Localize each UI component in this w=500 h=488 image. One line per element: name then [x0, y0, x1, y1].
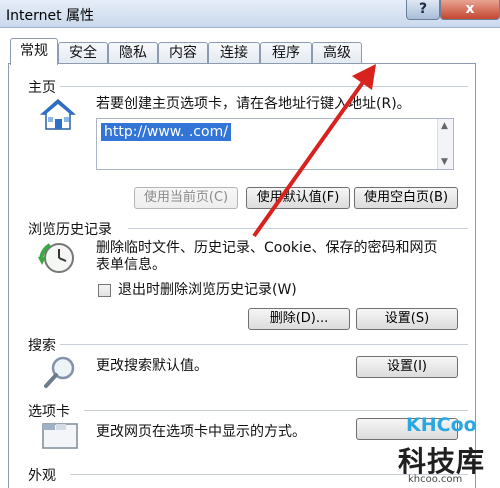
search-settings-button[interactable]: 设置(I): [356, 356, 458, 378]
home-group-title: 主页: [28, 77, 60, 97]
tabs-group-title: 选项卡: [28, 401, 74, 421]
tab-privacy[interactable]: 隐私: [108, 42, 158, 64]
home-house-icon: [40, 99, 76, 130]
tab-content[interactable]: 内容: [158, 42, 208, 64]
watermark-logo: KHCoo: [406, 414, 477, 436]
search-magnifier-icon: [44, 356, 75, 388]
history-settings-button[interactable]: 设置(S): [356, 308, 458, 330]
history-group-title: 浏览历史记录: [28, 219, 116, 239]
history-description: 删除临时文件、历史记录、Cookie、保存的密码和网页表单信息。: [96, 240, 438, 273]
history-clock-icon: [38, 243, 74, 273]
search-description: 更改搜索默认值。: [96, 358, 208, 374]
delete-on-exit-checkbox[interactable]: [98, 284, 111, 297]
delete-history-button[interactable]: 删除(D)...: [248, 308, 350, 330]
annotation-arrow-icon: [252, 64, 376, 238]
use-current-page-button[interactable]: 使用当前页(C): [134, 187, 238, 209]
window-title: Internet 属性: [6, 8, 95, 24]
tabs-description: 更改网页在选项卡中显示的方式。: [96, 424, 306, 440]
home-page-url-text: http://www. .com/: [101, 123, 231, 141]
tab-security[interactable]: 安全: [58, 42, 108, 64]
appearance-group-title: 外观: [28, 465, 60, 485]
tab-general[interactable]: 常规: [10, 38, 58, 65]
search-group-line: [56, 344, 468, 345]
tabs-window-icon: [42, 423, 78, 449]
title-bar: Internet 属性 ? x: [0, 0, 500, 28]
help-button[interactable]: ?: [406, 0, 440, 20]
watermark: KHCoo 科技库 khcoo.com: [394, 412, 500, 488]
delete-on-exit-label: 退出时删除浏览历史记录(W): [118, 282, 297, 298]
scroll-down-icon[interactable]: ▼: [441, 157, 448, 167]
tabs-group-line: [84, 410, 468, 411]
close-button[interactable]: x: [440, 0, 500, 20]
scroll-up-icon[interactable]: ▲: [441, 121, 448, 131]
url-scrollbar[interactable]: ▲ ▼: [437, 119, 453, 169]
watermark-url: khcoo.com: [408, 474, 463, 485]
search-group-title: 搜索: [28, 335, 60, 355]
